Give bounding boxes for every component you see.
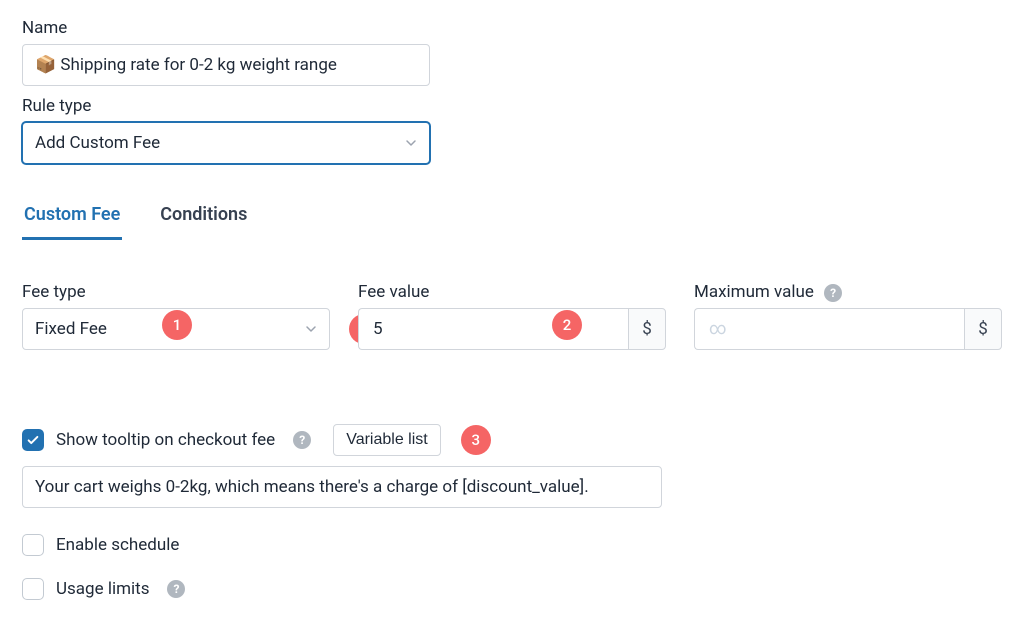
max-value-unit: $ [964, 308, 1002, 350]
enable-schedule-row: Enable schedule [22, 534, 1002, 556]
usage-limits-checkbox[interactable] [22, 578, 44, 600]
usage-limits-row: Usage limits ? [22, 578, 1002, 600]
badge-3: 3 [461, 425, 491, 455]
help-icon[interactable]: ? [824, 284, 842, 302]
show-tooltip-checkbox[interactable] [22, 429, 44, 451]
tabs: Custom Fee Conditions [22, 198, 1002, 240]
name-input-wrapper[interactable] [22, 44, 430, 86]
help-icon[interactable]: ? [167, 580, 185, 598]
enable-schedule-checkbox[interactable] [22, 534, 44, 556]
fee-value-unit: $ [628, 308, 666, 350]
max-value-input[interactable] [709, 319, 950, 339]
tooltip-text-input[interactable] [35, 477, 649, 497]
chevron-down-icon [305, 323, 317, 335]
badge-1: 1 [162, 310, 192, 340]
max-value-label: Maximum value ? [694, 282, 1002, 302]
tooltip-text-input-wrapper[interactable] [22, 466, 662, 508]
rule-type-label: Rule type [22, 96, 1002, 116]
max-value-label-text: Maximum value [694, 282, 814, 302]
tab-conditions[interactable]: Conditions [158, 198, 249, 240]
rule-type-select[interactable]: Add Custom Fee [22, 122, 430, 164]
show-tooltip-row: Show tooltip on checkout fee ? Variable … [22, 424, 1002, 456]
usage-limits-label: Usage limits [56, 579, 149, 599]
rule-type-value: Add Custom Fee [35, 133, 397, 153]
badge-2: 2 [552, 310, 582, 340]
tab-custom-fee[interactable]: Custom Fee [22, 198, 122, 240]
max-value-input-wrapper[interactable] [694, 308, 964, 350]
help-icon[interactable]: ? [293, 431, 311, 449]
tooltip-text-wrapper [22, 466, 662, 508]
fee-value-group: $ [358, 308, 666, 350]
chevron-down-icon [405, 137, 417, 149]
name-label: Name [22, 18, 1002, 38]
fee-value-label: Fee value [358, 282, 666, 302]
name-input[interactable] [35, 55, 417, 75]
variable-list-button[interactable]: Variable list [333, 424, 441, 456]
show-tooltip-label: Show tooltip on checkout fee [56, 430, 275, 450]
enable-schedule-label: Enable schedule [56, 535, 179, 555]
fee-value-input-wrapper[interactable] [358, 308, 628, 350]
max-value-group: $ [694, 308, 1002, 350]
fee-type-label: Fee type [22, 282, 330, 302]
